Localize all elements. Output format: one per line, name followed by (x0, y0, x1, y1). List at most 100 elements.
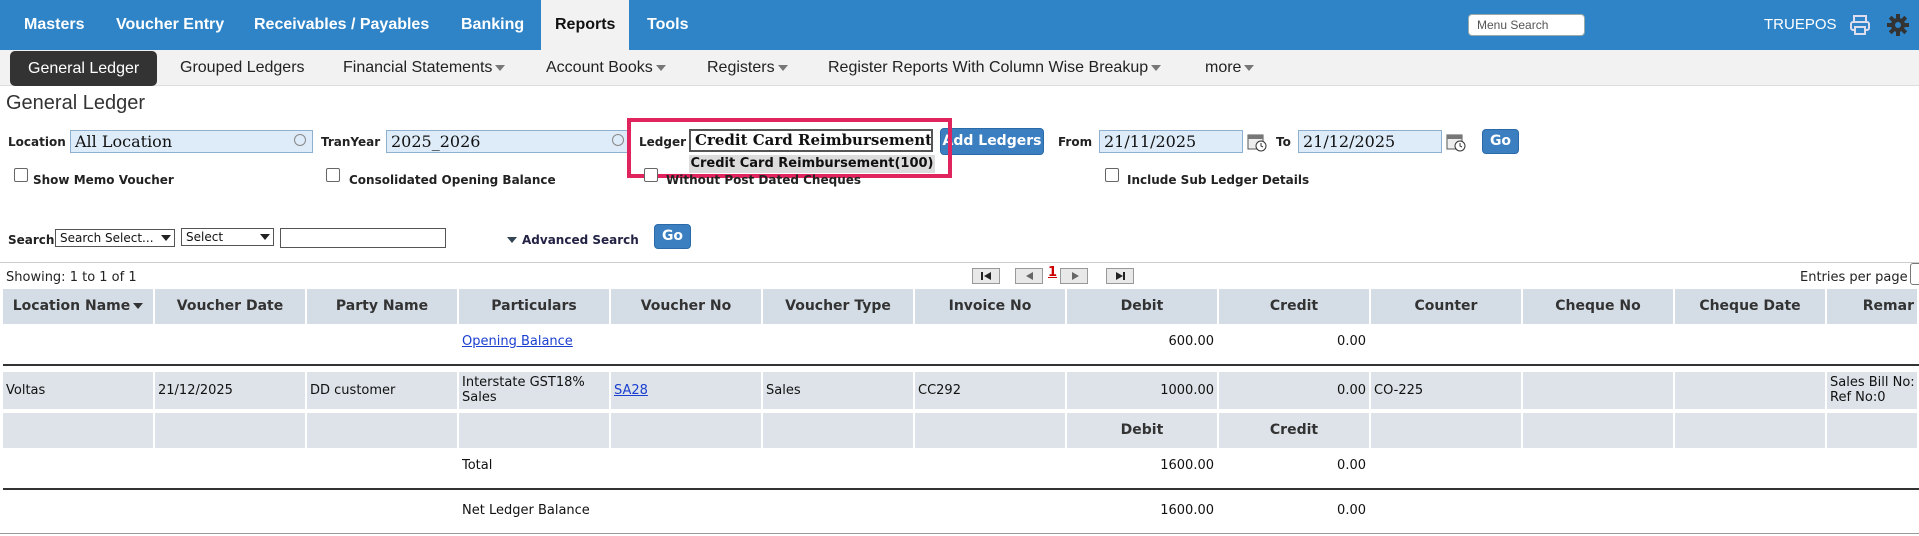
location-label: Location (8, 135, 66, 149)
consolidated-checkbox[interactable] (326, 168, 340, 182)
select-value: Select (186, 230, 224, 244)
subnav-label: Registers (707, 59, 775, 76)
opening-credit: 0.00 (1219, 324, 1371, 360)
col-voucher-no: Voucher No (611, 289, 763, 324)
search-label: Search (8, 233, 55, 247)
go-button[interactable]: Go (1482, 129, 1519, 154)
subnav-label: more (1205, 59, 1242, 76)
top-nav-bar: Masters Voucher Entry Receivables / Paya… (0, 0, 1919, 50)
menu-search-input[interactable]: Menu Search (1468, 14, 1585, 36)
opening-balance-row: Opening Balance 600.00 0.00 (3, 324, 1919, 360)
advanced-search-link[interactable]: Advanced Search (522, 233, 639, 247)
from-label: From (1058, 135, 1093, 149)
entries-per-page-select[interactable] (1910, 263, 1919, 285)
cell-credit: 0.00 (1219, 372, 1371, 409)
location-field[interactable]: All Location (70, 130, 313, 153)
chevron-down-icon (1244, 64, 1255, 71)
include-sub-ledger-checkbox[interactable] (1105, 168, 1119, 182)
cell-cheque-date (1675, 372, 1827, 409)
divider (3, 364, 1919, 366)
opening-debit: 600.00 (1067, 324, 1219, 360)
to-date-field[interactable]: 21/12/2025 (1298, 130, 1442, 153)
col-party-name: Party Name (307, 289, 459, 324)
calendar-icon[interactable] (1247, 132, 1267, 152)
next-page-button[interactable] (1060, 268, 1088, 284)
show-memo-checkbox[interactable] (14, 168, 28, 182)
chevron-down-icon (777, 64, 788, 71)
col-counter: Counter (1371, 289, 1523, 324)
cell-particulars: Interstate GST18% Sales (459, 372, 611, 409)
cell-date: 21/12/2025 (155, 372, 307, 409)
prev-page-button[interactable] (1015, 268, 1043, 284)
nav-receivables-payables[interactable]: Receivables / Payables (242, 0, 441, 50)
printer-icon[interactable] (1848, 13, 1872, 37)
subnav-label: Register Reports With Column Wise Breaku… (828, 59, 1149, 76)
col-location-name[interactable]: Location Name (3, 289, 155, 324)
consolidated-label: Consolidated Opening Balance (349, 173, 556, 187)
entries-per-page-label: Entries per page (1800, 270, 1908, 285)
opening-balance-link[interactable]: Opening Balance (462, 334, 573, 349)
cell-cheque-no (1523, 372, 1675, 409)
company-name: TRUEPOS (1764, 16, 1837, 33)
include-sub-ledger-label: Include Sub Ledger Details (1127, 173, 1310, 187)
total-label: Total (459, 448, 611, 484)
to-label: To (1276, 135, 1291, 149)
subnav-more[interactable]: more (1205, 50, 1255, 86)
divider (0, 262, 1919, 263)
table-row: Voltas 21/12/2025 DD customer Interstate… (3, 372, 1919, 409)
voucher-no-link[interactable]: SA28 (614, 383, 648, 398)
nav-banking[interactable]: Banking (449, 0, 536, 50)
page-number[interactable]: 1 (1048, 265, 1057, 280)
page-title: General Ledger (6, 92, 145, 114)
cell-debit: 1000.00 (1067, 372, 1219, 409)
col-debit: Debit (1067, 289, 1219, 324)
nav-voucher-entry[interactable]: Voucher Entry (104, 0, 236, 50)
col-label: Location Name (12, 298, 131, 314)
total-credit: 0.00 (1219, 448, 1371, 484)
particulars-line-2: Sales (462, 390, 497, 405)
showing-count: Showing: 1 to 1 of 1 (6, 270, 137, 285)
add-ledgers-button[interactable]: Add Ledgers (940, 128, 1044, 155)
table-header: Location Name Voucher Date Party Name Pa… (3, 289, 1919, 324)
subnav-registers[interactable]: Registers (707, 50, 788, 86)
search-operator-select[interactable]: Select (181, 228, 274, 246)
select-value: Search Select... (60, 231, 154, 245)
subnav-grouped-ledgers[interactable]: Grouped Ledgers (180, 50, 305, 86)
total-debit: 1600.00 (1067, 448, 1219, 484)
last-page-button[interactable] (1106, 268, 1134, 284)
cell-voucher-type: Sales (763, 372, 915, 409)
col-remarks: Remar (1827, 289, 1919, 324)
search-field-select[interactable]: Search Select... (55, 229, 175, 247)
summary-credit-header: Credit (1219, 413, 1371, 448)
remarks-line-2: Ref No:0 (1830, 390, 1886, 405)
subnav-account-books[interactable]: Account Books (546, 50, 666, 86)
clear-icon[interactable] (612, 134, 624, 146)
subnav-register-reports[interactable]: Register Reports With Column Wise Breaku… (828, 50, 1162, 86)
search-go-button[interactable]: Go (654, 224, 691, 249)
nav-masters[interactable]: Masters (12, 0, 96, 50)
chevron-down-icon (161, 235, 171, 241)
clear-icon[interactable] (294, 134, 306, 146)
from-date-field[interactable]: 21/11/2025 (1099, 130, 1243, 153)
first-page-button[interactable] (972, 268, 1000, 284)
calendar-icon[interactable] (1446, 132, 1466, 152)
col-voucher-date: Voucher Date (155, 289, 307, 324)
sort-down-icon (133, 303, 144, 309)
particulars-line-1: Interstate GST18% (462, 375, 585, 390)
col-particulars: Particulars (459, 289, 611, 324)
net-debit: 1600.00 (1067, 493, 1219, 529)
chevron-down-icon (495, 64, 506, 71)
without-pdc-checkbox[interactable] (644, 168, 658, 182)
nav-tools[interactable]: Tools (635, 0, 700, 50)
subnav-financial-statements[interactable]: Financial Statements (343, 50, 506, 86)
summary-debit-header: Debit (1067, 413, 1219, 448)
net-credit: 0.00 (1219, 493, 1371, 529)
subnav-general-ledger[interactable]: General Ledger (10, 51, 158, 86)
summary-header: Debit Credit (3, 413, 1919, 448)
nav-reports[interactable]: Reports (541, 0, 630, 50)
search-input[interactable] (280, 228, 446, 248)
tranyear-field[interactable]: 2025_2026 (386, 130, 628, 153)
chevron-down-icon (260, 234, 270, 240)
tranyear-label: TranYear (321, 135, 381, 149)
gear-icon[interactable] (1886, 13, 1910, 37)
